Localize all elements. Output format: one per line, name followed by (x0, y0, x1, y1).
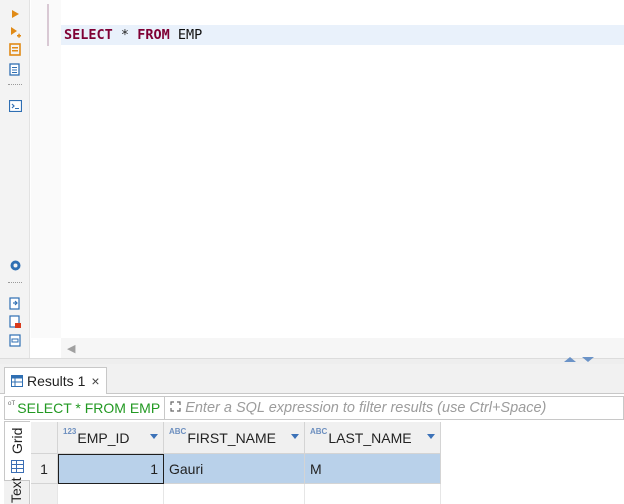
line-gutter (31, 0, 61, 338)
row-number-header (31, 422, 58, 454)
results-grid: 123 EMP_ID ABC FIRST_NAME ABC LAST_NAME … (31, 422, 441, 504)
row-number[interactable]: 1 (31, 454, 58, 484)
empty-cell (164, 484, 305, 504)
cell-first-name[interactable]: Gauri (164, 454, 305, 484)
view-tab-grid-label: Grid (9, 427, 25, 454)
empty-cell (305, 484, 441, 504)
grid-icon (11, 460, 24, 473)
sql-keyword-select: SELECT (64, 27, 113, 43)
sql-star: * (120, 27, 130, 43)
sql-statement[interactable]: SELECT * FROM EMP (64, 27, 202, 43)
column-header-last-name[interactable]: ABC LAST_NAME (305, 422, 441, 454)
column-header-first-name[interactable]: ABC FIRST_NAME (164, 422, 305, 454)
filter-bar: ᵒᵀ SELECT * FROM EMP (4, 396, 624, 420)
view-switcher: Grid Text (4, 421, 30, 504)
sort-dropdown-icon[interactable] (427, 434, 435, 439)
terminal-icon[interactable] (7, 98, 23, 114)
column-name: FIRST_NAME (187, 429, 277, 446)
active-query-button[interactable]: ᵒᵀ SELECT * FROM EMP (5, 397, 166, 419)
column-header-emp-id[interactable]: 123 EMP_ID (58, 422, 164, 454)
execute-statement-icon[interactable] (7, 6, 23, 22)
filter-input[interactable] (185, 400, 623, 416)
table-icon (11, 375, 23, 387)
active-query-text: SELECT * FROM EMP (17, 400, 161, 416)
sql-table-name: EMP (177, 27, 203, 43)
export-icon[interactable] (7, 295, 23, 311)
empty-cell (58, 484, 164, 504)
explain-plan-icon[interactable] (7, 41, 23, 57)
view-tab-grid[interactable]: Grid (4, 421, 30, 481)
restore-down-icon[interactable] (582, 357, 594, 362)
settings-icon[interactable] (7, 257, 23, 273)
sql-editor[interactable]: SELECT * FROM EMP (61, 0, 624, 338)
tab-results-1[interactable]: Results 1 × (4, 367, 107, 394)
view-tab-text[interactable]: Text (8, 477, 24, 503)
sql-query-icon: ᵒᵀ (8, 399, 16, 409)
column-name: EMP_ID (77, 429, 130, 446)
sort-dropdown-icon[interactable] (291, 434, 299, 439)
empty-cell (31, 484, 58, 504)
change-marker (47, 4, 49, 46)
cell-last-name[interactable]: M (305, 454, 441, 484)
column-name: LAST_NAME (328, 429, 412, 446)
results-tabbar: Results 1 × (0, 364, 624, 394)
grid-header-row: 123 EMP_ID ABC FIRST_NAME ABC LAST_NAME (31, 422, 441, 454)
toolbar-separator (8, 84, 22, 85)
tab-label: Results 1 (27, 373, 86, 389)
outline-icon[interactable] (7, 332, 23, 348)
text-type-icon: ABC (169, 427, 187, 436)
numeric-type-icon: 123 (63, 427, 77, 436)
text-type-icon: ABC (310, 427, 328, 436)
horizontal-scrollbar[interactable]: ◀ (61, 338, 624, 358)
toolbar-separator (8, 282, 22, 283)
execute-script-icon[interactable] (7, 24, 23, 40)
sort-dropdown-icon[interactable] (150, 434, 158, 439)
expand-filter-icon[interactable] (165, 401, 185, 415)
sql-keyword-from: FROM (137, 27, 170, 43)
table-row[interactable]: 1 1 Gauri M (31, 454, 441, 484)
close-icon[interactable]: × (91, 373, 99, 389)
maximize-up-icon[interactable] (564, 357, 576, 362)
empty-grid-area (31, 484, 441, 504)
lock-icon[interactable] (7, 314, 23, 330)
load-plan-icon[interactable] (7, 61, 23, 77)
scroll-left-arrow-icon[interactable]: ◀ (67, 342, 75, 355)
editor-toolbar (0, 0, 30, 362)
cell-emp-id[interactable]: 1 (58, 454, 164, 484)
